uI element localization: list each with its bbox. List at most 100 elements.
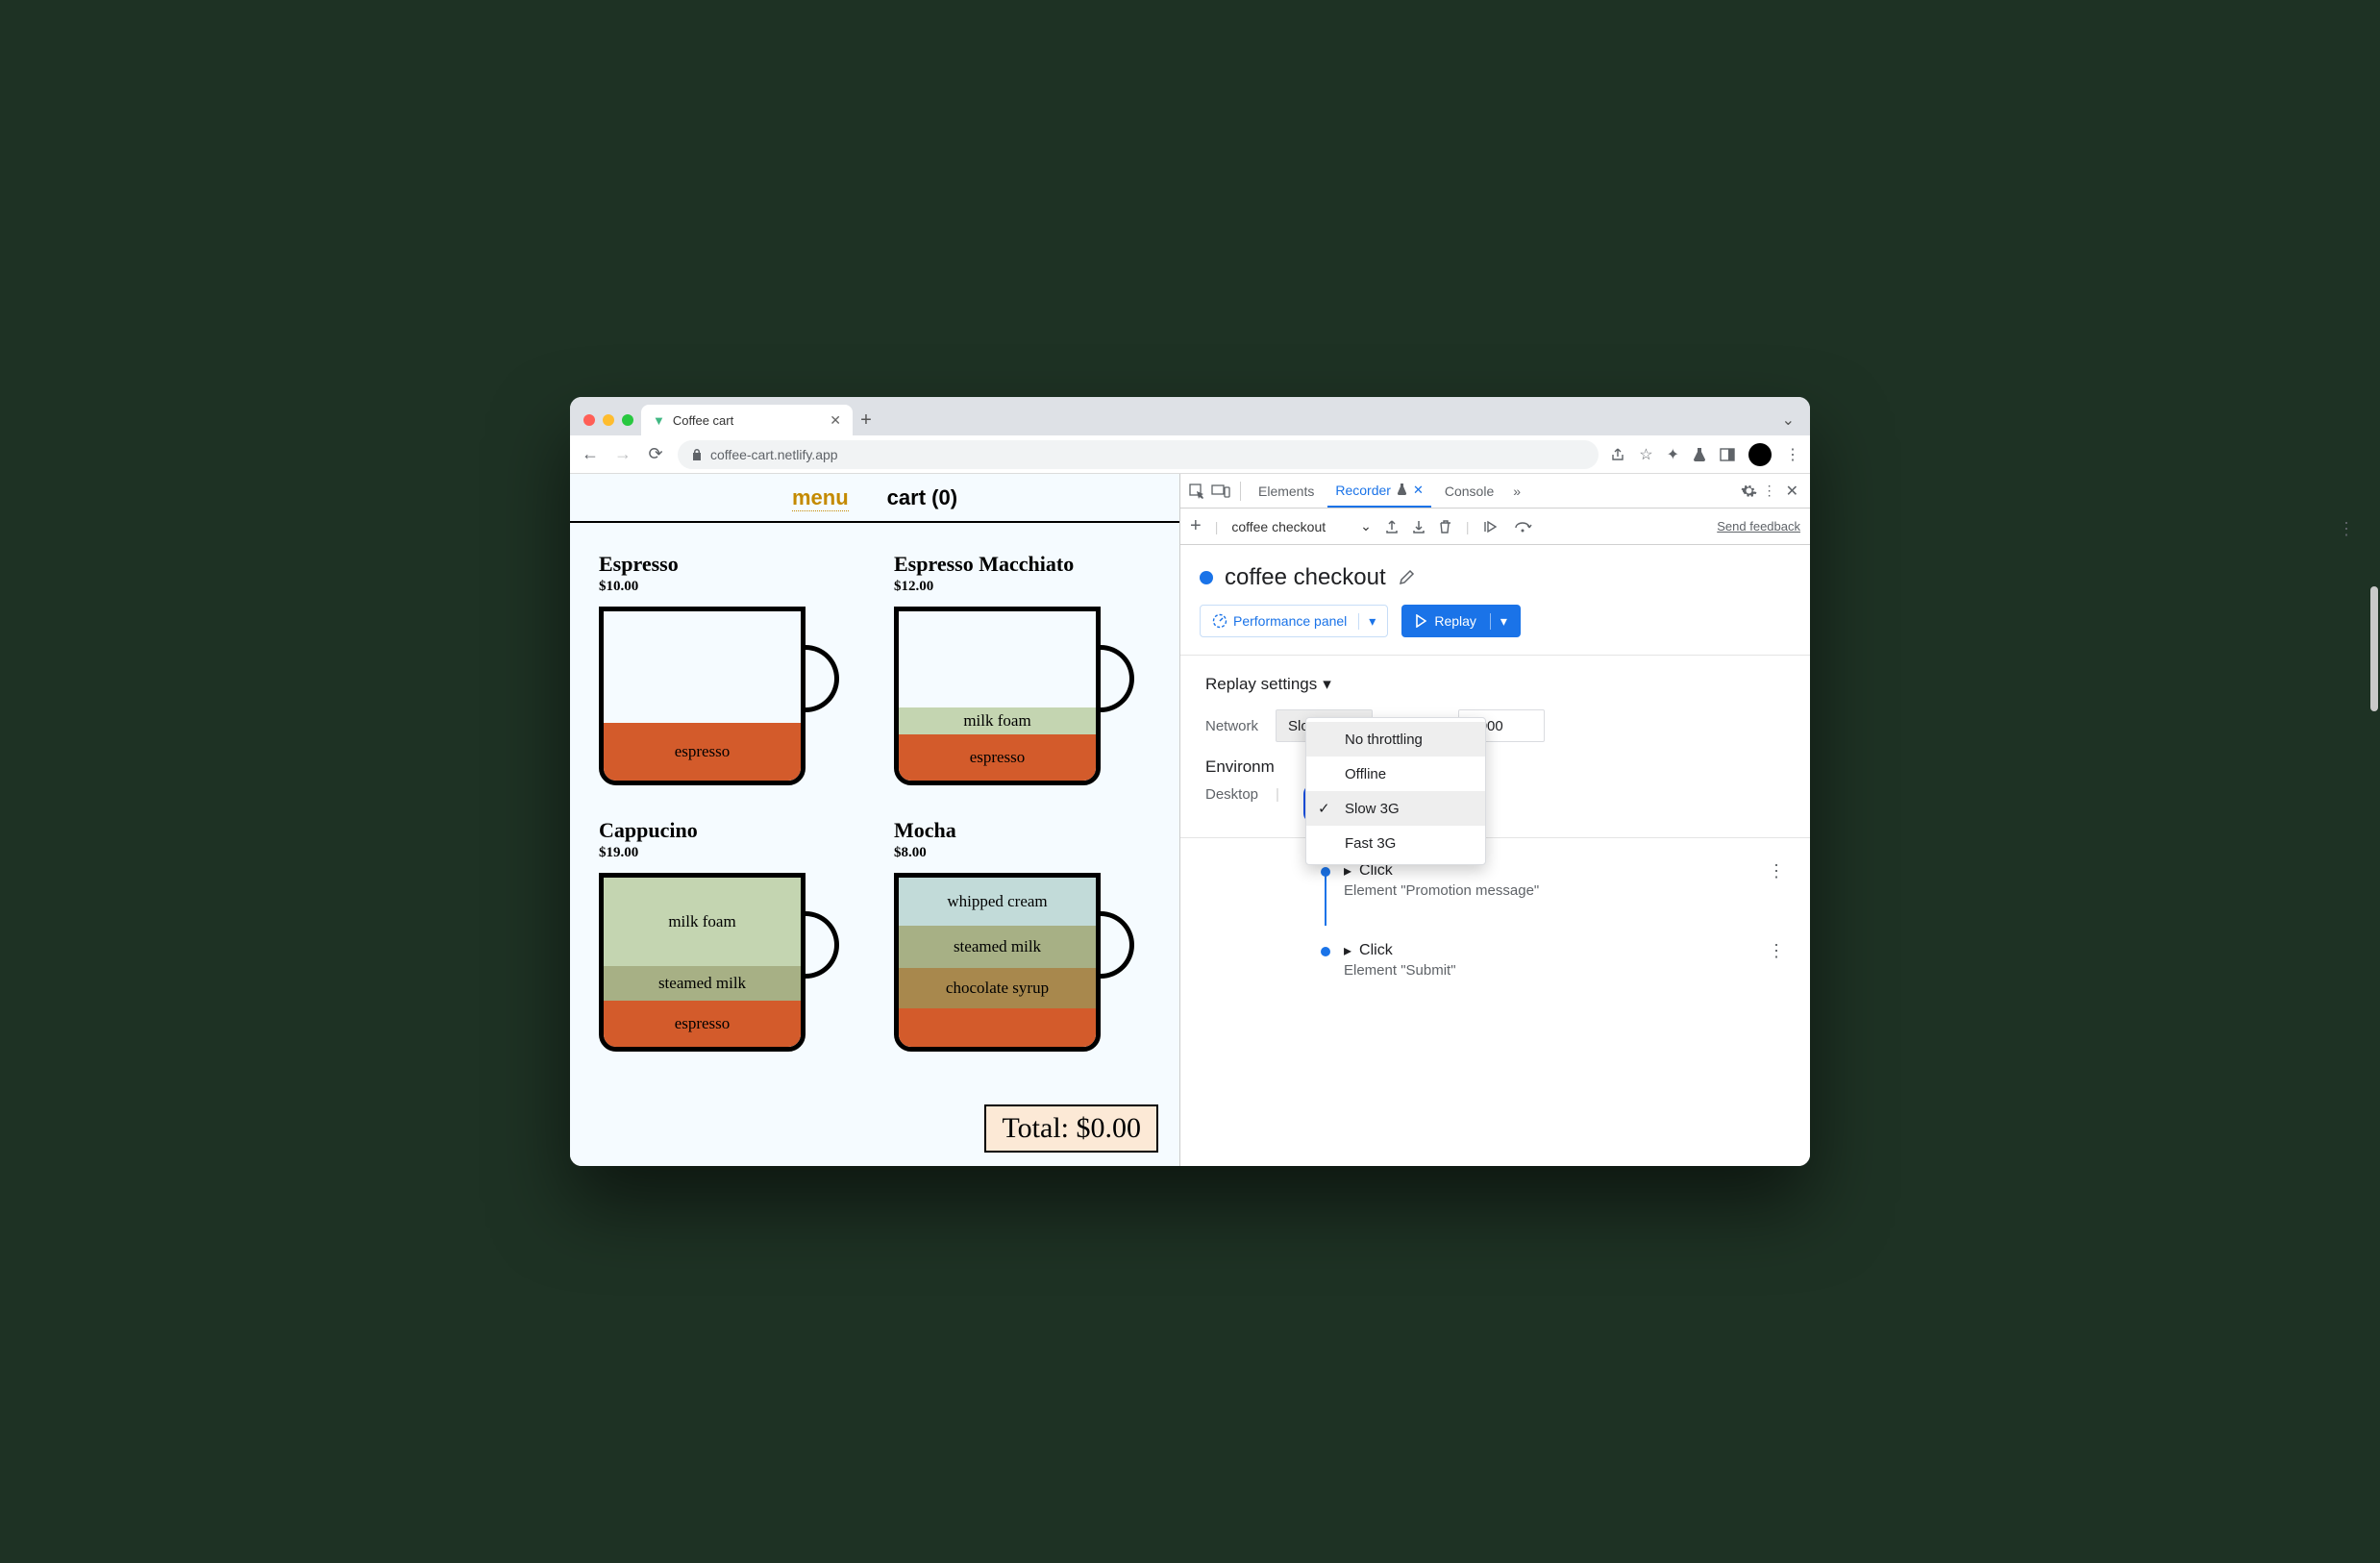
window-close-icon[interactable] xyxy=(583,414,595,426)
new-recording-plus-icon[interactable]: + xyxy=(1190,515,1202,537)
product-price: $8.00 xyxy=(894,845,1151,861)
devtools-close-icon[interactable]: ✕ xyxy=(1782,482,1802,501)
expand-caret-icon[interactable]: ▸ xyxy=(1344,941,1351,960)
recording-title-row: coffee checkout xyxy=(1180,545,1810,605)
recording-selector[interactable]: coffee checkout ⌄ xyxy=(1231,518,1372,534)
step-row[interactable]: ▸ Click Element "Submit" ⋮ xyxy=(1321,931,1785,988)
layer-espresso: espresso xyxy=(899,734,1096,781)
replay-settings-section: Replay settings ▾ Network Slow 3G ▴ Time… xyxy=(1180,656,1810,837)
check-icon: ✓ xyxy=(1318,800,1330,817)
mug-graphic: espresso milk foam xyxy=(894,607,1134,789)
devtools-menu-icon[interactable]: ⋮ xyxy=(1763,483,1776,499)
dropdown-option-no-throttling[interactable]: No throttling xyxy=(1306,722,1485,757)
step-menu-icon[interactable]: ⋮ xyxy=(1768,861,1785,881)
bookmark-star-icon[interactable]: ☆ xyxy=(1639,445,1652,464)
product-card[interactable]: Espresso $10.00 espresso xyxy=(599,552,855,789)
tab-title: Coffee cart xyxy=(673,413,733,428)
nav-back-icon[interactable]: ← xyxy=(580,444,601,464)
chevron-down-icon[interactable]: ▾ xyxy=(1358,613,1376,630)
export-up-icon[interactable] xyxy=(1385,519,1399,534)
product-card[interactable]: Cappucino $19.00 espresso steamed milk m… xyxy=(599,818,855,1055)
import-down-icon[interactable] xyxy=(1412,519,1426,534)
site-nav: menu cart (0) xyxy=(570,474,1179,523)
nav-reload-icon[interactable]: ⟳ xyxy=(645,444,666,464)
chevron-down-icon[interactable]: ▾ xyxy=(1490,613,1507,630)
url-text: coffee-cart.netlify.app xyxy=(710,447,838,462)
dropdown-option-slow-3g[interactable]: ✓ Slow 3G xyxy=(1306,791,1485,826)
profile-avatar-icon[interactable] xyxy=(1748,443,1772,466)
product-name: Espresso Macchiato xyxy=(894,552,1151,577)
recording-status-dot-icon xyxy=(1200,571,1213,584)
total-box[interactable]: Total: $0.00 xyxy=(984,1104,1158,1153)
send-feedback-link[interactable]: Send feedback xyxy=(1717,519,1800,533)
gauge-icon xyxy=(1212,613,1227,629)
step-subtitle: Element "Promotion message" xyxy=(1344,882,1754,899)
side-panel-icon[interactable] xyxy=(1720,448,1735,461)
product-name: Espresso xyxy=(599,552,855,577)
settings-gear-icon[interactable] xyxy=(1741,483,1757,499)
step-marker-icon xyxy=(1321,947,1330,956)
dropdown-option-offline[interactable]: Offline xyxy=(1306,757,1485,791)
browser-menu-icon[interactable]: ⋮ xyxy=(1785,445,1800,464)
address-bar[interactable]: coffee-cart.netlify.app xyxy=(678,440,1599,469)
devtools-tab-elements[interactable]: Elements xyxy=(1251,474,1322,508)
new-tab-button[interactable]: + xyxy=(853,409,880,435)
content-area: menu cart (0) Espresso $10.00 espresso xyxy=(570,474,1810,1166)
mug-graphic: espresso steamed milk milk foam xyxy=(599,873,839,1055)
lock-icon xyxy=(691,448,703,461)
product-grid: Espresso $10.00 espresso Espresso Macchi… xyxy=(570,523,1179,1142)
tab-close-icon[interactable]: ✕ xyxy=(830,412,841,429)
chevron-down-icon: ▾ xyxy=(1323,675,1331,694)
steps-list: ▸ Click Element "Promotion message" ⋮ ▸ … xyxy=(1180,838,1810,1007)
devtools-tab-console[interactable]: Console xyxy=(1437,474,1501,508)
layer-whipped-cream: whipped cream xyxy=(899,878,1096,926)
devtools-tab-recorder[interactable]: Recorder ✕ xyxy=(1327,474,1431,508)
tab-close-icon[interactable]: ✕ xyxy=(1413,483,1424,498)
layer-chocolate-syrup: chocolate syrup xyxy=(899,968,1096,1008)
product-card[interactable]: Espresso Macchiato $12.00 espresso milk … xyxy=(894,552,1151,789)
product-price: $19.00 xyxy=(599,845,855,861)
nav-forward-icon[interactable]: → xyxy=(612,444,633,464)
device-mode-icon[interactable] xyxy=(1211,484,1230,499)
browser-window: ▼ Coffee cart ✕ + ⌄ ← → ⟳ coffee-cart.ne… xyxy=(570,397,1810,1166)
tab-list-chevron-icon[interactable]: ⌄ xyxy=(1782,410,1800,435)
window-controls xyxy=(580,414,641,435)
share-icon[interactable] xyxy=(1610,447,1625,462)
inspect-element-icon[interactable] xyxy=(1188,483,1205,500)
network-label: Network xyxy=(1205,718,1258,734)
step-subtitle: Element "Submit" xyxy=(1344,962,1754,979)
window-maximize-icon[interactable] xyxy=(622,414,633,426)
performance-panel-button[interactable]: Performance panel ▾ xyxy=(1200,605,1388,637)
section-title[interactable]: Replay settings ▾ xyxy=(1205,675,1785,694)
layer-milk-foam: milk foam xyxy=(899,707,1096,734)
step-menu-icon[interactable]: ⋮ xyxy=(1768,941,1785,961)
devtools-tabbar: Elements Recorder ✕ Console » ⋮ ✕ xyxy=(1180,474,1810,509)
dropdown-option-fast-3g[interactable]: Fast 3G xyxy=(1306,826,1485,860)
browser-tab[interactable]: ▼ Coffee cart ✕ xyxy=(641,405,853,435)
mug-graphic: chocolate syrup steamed milk whipped cre… xyxy=(894,873,1134,1055)
recorder-toolbar: + | coffee checkout ⌄ | xyxy=(1180,509,1810,545)
flask-icon xyxy=(1397,484,1407,496)
recording-actions: Performance panel ▾ Replay ▾ xyxy=(1180,605,1810,655)
browser-toolbar: ← → ⟳ coffee-cart.netlify.app ☆ ✦ ⋮ xyxy=(570,435,1810,474)
labs-flask-icon[interactable] xyxy=(1693,447,1706,462)
delete-trash-icon[interactable] xyxy=(1439,519,1452,534)
browser-tabbar: ▼ Coffee cart ✕ + ⌄ xyxy=(570,397,1810,435)
recording-title: coffee checkout xyxy=(1225,564,1386,591)
layer-steamed-milk: steamed milk xyxy=(604,966,801,1001)
product-card[interactable]: Mocha $8.00 chocolate syrup steamed milk… xyxy=(894,818,1151,1055)
play-icon xyxy=(1415,614,1426,628)
replay-button[interactable]: Replay ▾ xyxy=(1401,605,1521,637)
extensions-puzzle-icon[interactable]: ✦ xyxy=(1667,445,1679,464)
edit-pencil-icon[interactable] xyxy=(1398,569,1415,586)
step-over-icon[interactable] xyxy=(1514,520,1533,533)
layer-steamed-milk: steamed milk xyxy=(899,926,1096,968)
more-tabs-icon[interactable]: » xyxy=(1507,484,1526,499)
layer-espresso: espresso xyxy=(604,1001,801,1047)
window-minimize-icon[interactable] xyxy=(603,414,614,426)
step-play-icon[interactable] xyxy=(1483,520,1500,533)
chevron-down-icon: ⌄ xyxy=(1360,518,1372,534)
nav-link-menu[interactable]: menu xyxy=(792,485,849,511)
product-price: $12.00 xyxy=(894,579,1151,595)
nav-link-cart[interactable]: cart (0) xyxy=(887,485,957,511)
